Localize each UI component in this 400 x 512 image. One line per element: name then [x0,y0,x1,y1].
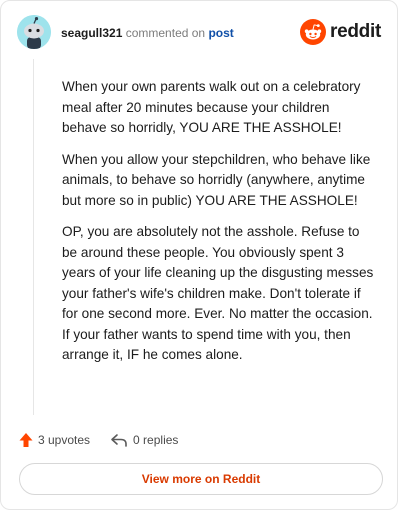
replies-button[interactable]: 0 replies [110,433,178,447]
reply-count: 0 replies [133,433,179,447]
upvote-count: 3 upvotes [38,433,91,447]
username-link[interactable]: seagull321 [61,26,122,40]
embedded-comment-card: seagull321 commented on post reddit When… [0,0,398,510]
commented-on-label: commented on [125,26,206,40]
reply-arrow-icon [111,434,127,447]
view-more-button[interactable]: View more on Reddit [19,463,383,495]
upvote-button[interactable]: 3 upvotes [19,432,90,448]
comment-paragraph: When you allow your stepchildren, who be… [62,151,371,208]
comment-paragraph: OP, you are absolutely not the asshole. … [62,224,374,362]
reddit-wordmark: reddit [330,21,381,42]
snoo-avatar-icon[interactable] [17,15,51,49]
reddit-logo-icon [300,19,327,45]
comment-body: When your own parents walk out on a cele… [62,77,377,377]
reddit-brand[interactable]: reddit [300,19,381,45]
comment-actions: 3 upvotes 0 replies [19,431,178,449]
post-link[interactable]: post [208,26,233,40]
upvote-arrow-icon [19,433,33,447]
comment-meta: seagull321 commented on post [61,25,234,41]
comment-header: seagull321 commented on post reddit [17,15,383,51]
comment-paragraph: When your own parents walk out on a cele… [62,79,361,135]
thread-line [33,59,34,415]
